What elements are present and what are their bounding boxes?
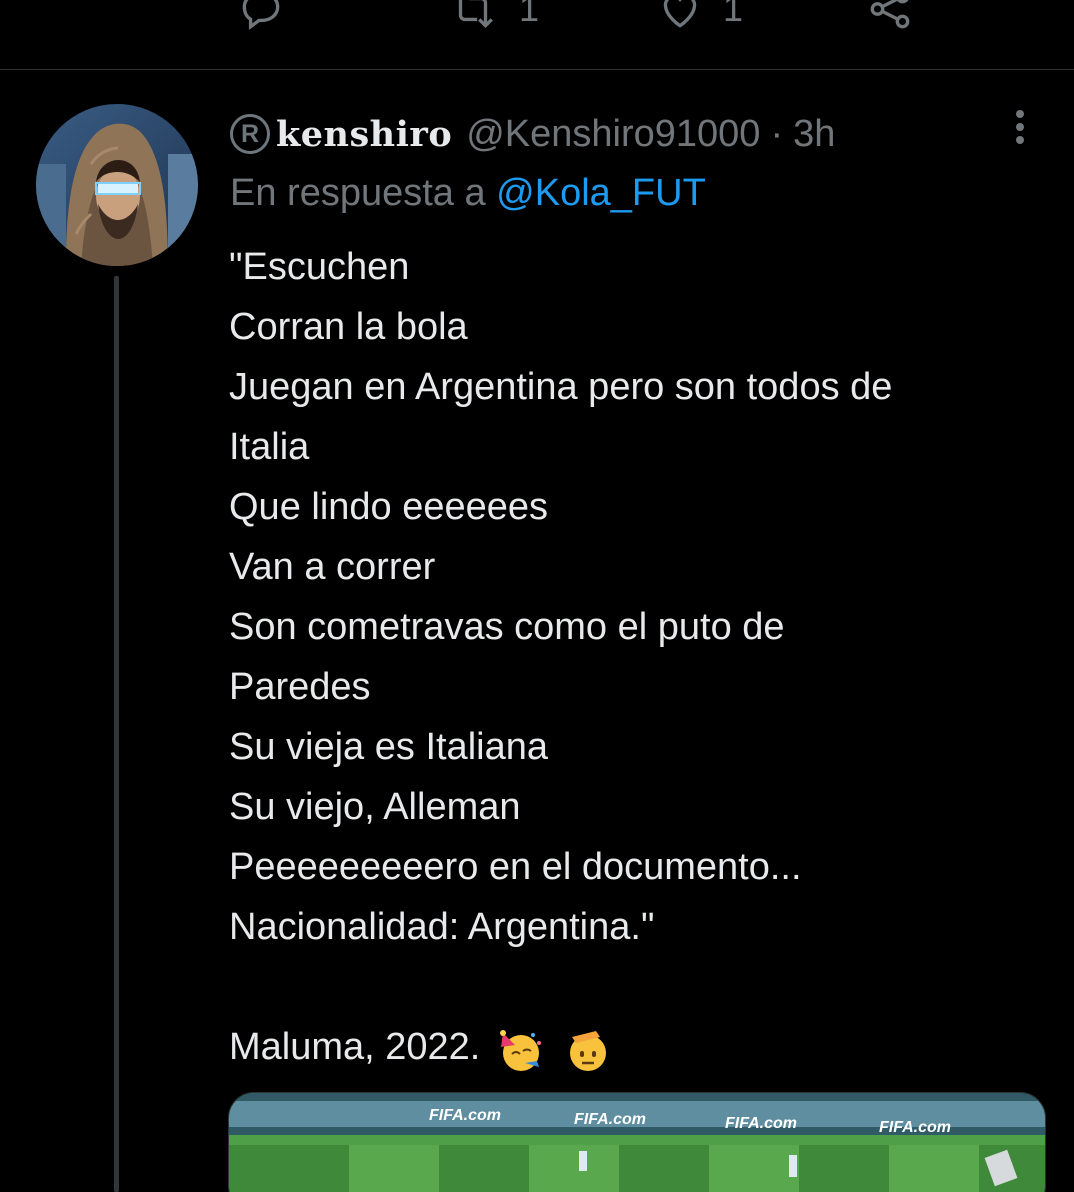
banner-text: FIFA.com: [574, 1111, 647, 1128]
retweet-count: 1: [519, 0, 540, 29]
reply-mention-link[interactable]: @Kola_FUT: [496, 172, 706, 214]
reply-prefix: En respuesta a: [230, 172, 486, 214]
display-name[interactable]: kenshiro: [276, 114, 452, 155]
previous-tweet-actions: 1 1: [0, 0, 1074, 70]
more-vertical-icon: [1016, 110, 1024, 144]
reply-context: En respuesta a @Kola_FUT: [230, 172, 706, 215]
tweet-thread: 1 1 R kenshiro @Kenshiro91000 · 3h En re…: [0, 0, 1074, 1192]
tweet-line: Italia: [229, 426, 310, 468]
partying-face-emoji-icon: [499, 1029, 541, 1071]
tweet-line: Nacionalidad: Argentina.": [229, 906, 655, 948]
share-icon: [870, 0, 910, 29]
user-handle[interactable]: @Kenshiro91000: [466, 113, 760, 156]
thread-connector-line: [114, 276, 119, 1192]
tweet-line-last: Maluma, 2022.: [229, 1017, 1049, 1077]
reply-button[interactable]: [236, 0, 286, 34]
banner-text: FIFA.com: [879, 1119, 952, 1136]
tweet-line: Que lindo eeeeees: [229, 486, 549, 528]
tweet-line: Su viejo, Alleman: [229, 786, 521, 828]
tweet-line: Corran la bola: [229, 306, 468, 348]
saluting-face-emoji-icon: [569, 1030, 606, 1071]
tweet-line: Su vieja es Italiana: [229, 726, 548, 768]
avatar-image: [36, 104, 198, 266]
tweet-line: Juegan en Argentina pero son todos de: [229, 366, 893, 408]
reply-icon: [242, 0, 280, 31]
like-count: 1: [723, 0, 744, 29]
tweet-line: Peeeeeeeeero en el documento...: [229, 846, 802, 888]
banner-text: FIFA.com: [429, 1107, 502, 1124]
tweet-line: Paredes: [229, 666, 371, 708]
media-video-preview[interactable]: FIFA.com FIFA.com FIFA.com FIFA.com: [228, 1092, 1046, 1192]
avatar[interactable]: [36, 104, 198, 266]
tweet-line: Son cometravas como el puto de: [229, 606, 785, 648]
retweet-icon: [458, 0, 493, 29]
timestamp[interactable]: 3h: [793, 113, 835, 156]
tweet-line: Van a correr: [229, 546, 436, 588]
football-field-image: [229, 1093, 1045, 1192]
tweet-text: "Escuchen Corran la bola Juegan en Argen…: [229, 237, 1049, 1077]
tweet-line: "Escuchen: [229, 246, 410, 288]
like-button[interactable]: 1: [655, 0, 743, 34]
banner-text: FIFA.com: [725, 1115, 798, 1132]
tweet-header: R kenshiro @Kenshiro91000 · 3h: [230, 108, 835, 160]
retweet-button[interactable]: 1: [445, 0, 539, 34]
more-options-button[interactable]: [1010, 108, 1030, 148]
separator-dot: ·: [770, 112, 784, 155]
registered-badge-icon: R: [230, 114, 270, 154]
heart-icon: [663, 0, 697, 28]
share-button[interactable]: [862, 0, 918, 34]
tweet-line: Maluma, 2022.: [229, 1026, 481, 1068]
